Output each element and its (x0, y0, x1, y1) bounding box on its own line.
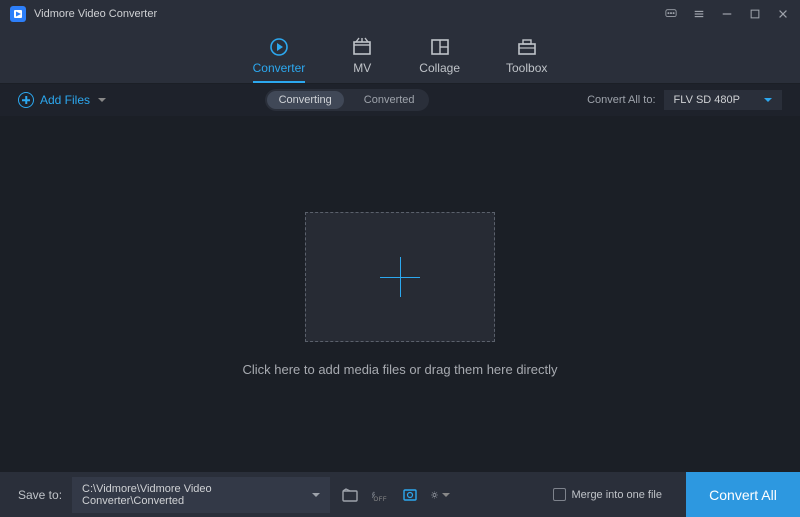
mv-icon (351, 37, 373, 57)
tab-label: Collage (419, 61, 460, 75)
add-files-label: Add Files (40, 93, 90, 107)
chevron-down-icon (312, 493, 320, 497)
gpu-accel-button[interactable] (400, 485, 420, 505)
tab-label: MV (353, 61, 371, 75)
menu-icon[interactable] (692, 7, 706, 21)
collage-icon (429, 37, 451, 57)
plus-icon (18, 92, 34, 108)
hardware-accel-button[interactable]: OFF (370, 485, 390, 505)
main-tabs: Converter MV Collage Toolbox (0, 28, 800, 84)
drop-zone[interactable] (305, 212, 495, 342)
bottom-bar: Save to: C:\Vidmore\Vidmore Video Conver… (0, 472, 800, 517)
hwaccel-state: OFF (374, 497, 388, 503)
merge-label: Merge into one file (572, 489, 663, 501)
convert-all-button[interactable]: Convert All (686, 472, 800, 517)
open-folder-button[interactable] (340, 485, 360, 505)
window-controls (664, 7, 790, 21)
status-tabs: Converting Converted (265, 89, 429, 111)
chevron-down-icon (442, 493, 450, 497)
format-value: FLV SD 480P (674, 94, 740, 106)
save-to-label: Save to: (18, 488, 62, 502)
minimize-icon[interactable] (720, 7, 734, 21)
converter-icon (268, 37, 290, 57)
merge-checkbox[interactable]: Merge into one file (553, 488, 663, 501)
convert-all-to: Convert All to: FLV SD 480P (587, 90, 782, 110)
app-logo (10, 6, 26, 22)
chevron-down-icon (98, 98, 106, 102)
tab-converter[interactable]: Converter (253, 37, 306, 83)
tab-mv[interactable]: MV (351, 37, 373, 83)
drop-hint: Click here to add media files or drag th… (242, 362, 557, 377)
convert-all-to-label: Convert All to: (587, 94, 655, 106)
settings-button[interactable] (430, 485, 450, 505)
tab-toolbox[interactable]: Toolbox (506, 37, 547, 83)
drop-area: Click here to add media files or drag th… (0, 116, 800, 472)
close-icon[interactable] (776, 7, 790, 21)
title-bar: Vidmore Video Converter (0, 0, 800, 28)
save-path-select[interactable]: C:\Vidmore\Vidmore Video Converter\Conve… (72, 477, 330, 513)
convert-all-label: Convert All (709, 487, 777, 503)
format-select[interactable]: FLV SD 480P (664, 90, 782, 110)
plus-icon (380, 257, 420, 297)
tab-collage[interactable]: Collage (419, 37, 460, 83)
toolbox-icon (516, 37, 538, 57)
chevron-down-icon (764, 98, 772, 102)
checkbox-icon (553, 488, 566, 501)
tab-label: Toolbox (506, 61, 547, 75)
feedback-icon[interactable] (664, 7, 678, 21)
tab-converting[interactable]: Converting (267, 91, 344, 109)
tab-label: Converter (253, 61, 306, 75)
app-title: Vidmore Video Converter (34, 8, 157, 20)
save-path-value: C:\Vidmore\Vidmore Video Converter\Conve… (82, 483, 312, 507)
maximize-icon[interactable] (748, 7, 762, 21)
toolbar: Add Files Converting Converted Convert A… (0, 84, 800, 116)
add-files-button[interactable]: Add Files (18, 92, 106, 108)
tab-converted[interactable]: Converted (352, 91, 427, 109)
